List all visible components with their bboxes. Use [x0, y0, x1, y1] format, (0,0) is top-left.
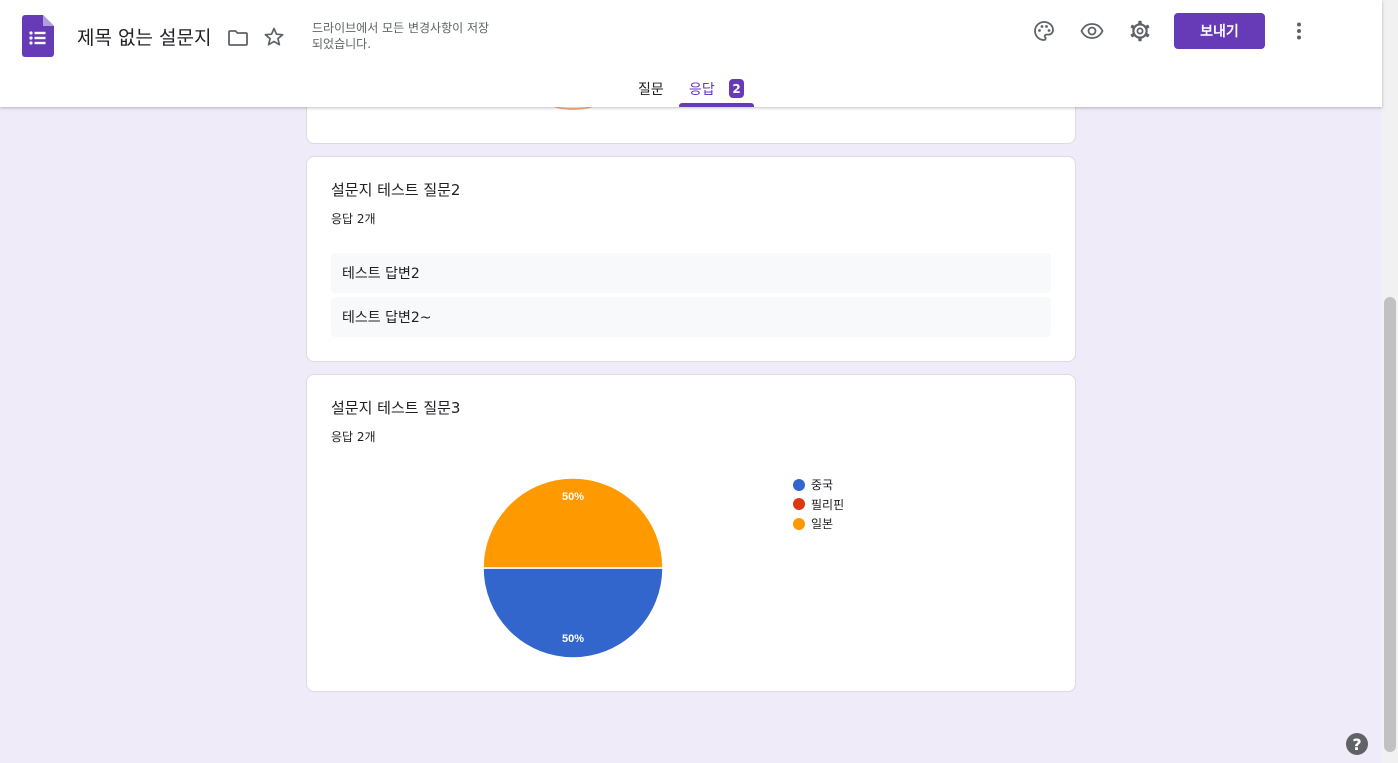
forms-app-icon[interactable]: [22, 15, 54, 57]
gear-icon[interactable]: [1128, 19, 1152, 43]
help-button[interactable]: ?: [1346, 733, 1368, 755]
answer-row: 테스트 답변2~: [331, 297, 1051, 337]
more-vert-icon[interactable]: [1287, 19, 1311, 43]
answer-row: 테스트 답변2: [331, 253, 1051, 293]
document-title[interactable]: 제목 없는 설문지: [77, 23, 211, 50]
tab-questions[interactable]: 질문: [638, 79, 664, 99]
legend-item[interactable]: 필리핀: [793, 495, 844, 515]
legend-label: 필리핀: [811, 497, 845, 512]
folder-icon[interactable]: [226, 26, 250, 50]
question-title: 설문지 테스트 질문2: [331, 181, 461, 199]
scrollbar-thumb[interactable]: [1384, 297, 1396, 752]
legend-swatch: [793, 478, 805, 491]
save-status: 드라이브에서 모든 변경사항이 저장되었습니다.: [312, 21, 490, 51]
palette-icon[interactable]: [1032, 19, 1056, 43]
legend-item[interactable]: 일본: [793, 514, 844, 534]
responses-count-badge: 2: [729, 79, 744, 98]
pie-slice-label: 50%: [562, 633, 584, 645]
legend-label: 일본: [811, 517, 834, 532]
legend-label: 중국: [811, 478, 834, 493]
pie-chart: 50% 50%: [482, 477, 664, 659]
pie-slice-label: 50%: [562, 491, 584, 503]
question-title: 설문지 테스트 질문3: [331, 399, 461, 417]
legend-item[interactable]: 중국: [793, 475, 844, 495]
question-card: 설문지 테스트 질문2 응답 2개 테스트 답변2 테스트 답변2~: [306, 156, 1076, 362]
star-icon[interactable]: [262, 25, 286, 49]
chart-legend: 중국필리핀일본: [793, 475, 844, 534]
legend-swatch: [793, 517, 805, 530]
active-tab-indicator: [679, 103, 754, 107]
send-button[interactable]: 보내기: [1174, 13, 1265, 49]
eye-icon[interactable]: [1080, 19, 1104, 43]
tab-responses[interactable]: 응답: [689, 79, 715, 99]
response-count: 응답 2개: [331, 212, 376, 226]
response-count: 응답 2개: [331, 430, 376, 444]
legend-swatch: [793, 498, 805, 511]
question-card: 설문지 테스트 질문3 응답 2개 50% 50% 중국필리핀일본: [306, 374, 1076, 692]
header-bar: 제목 없는 설문지 드라이브에서 모든 변경사항이 저장되었습니다. 보내기 질…: [0, 0, 1382, 107]
